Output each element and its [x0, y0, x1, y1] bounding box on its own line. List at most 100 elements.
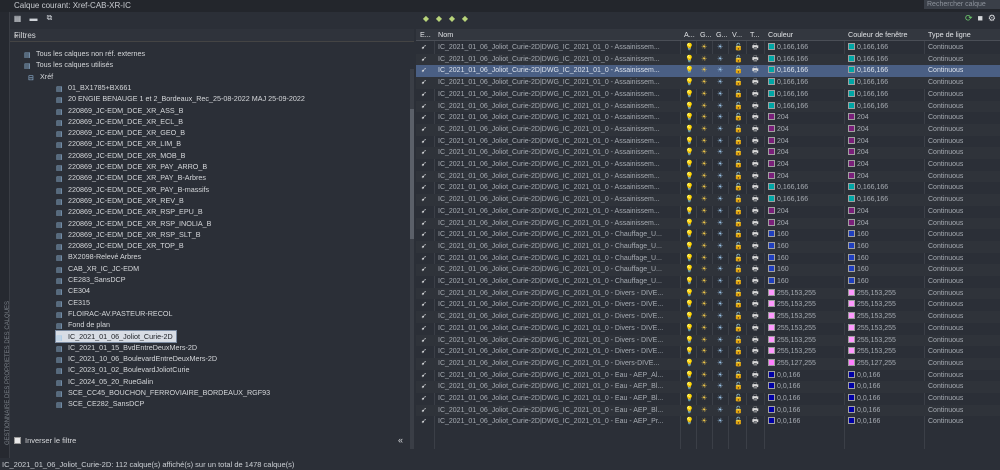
- palette-side-strip[interactable]: GESTIONNAIRE DES PROPRIETES DES CALQUES: [0, 12, 11, 458]
- viewport-color[interactable]: 0,166,166: [848, 101, 888, 112]
- on-bulb-icon[interactable]: 💡: [685, 242, 694, 252]
- on-bulb-icon[interactable]: 💡: [685, 382, 694, 392]
- tree-item[interactable]: ▤ CE315: [56, 297, 90, 308]
- lock-icon[interactable]: 🔓: [734, 394, 743, 404]
- lock-icon[interactable]: 🔓: [734, 90, 743, 100]
- vp-freeze-icon[interactable]: ☀: [717, 55, 723, 65]
- on-bulb-icon[interactable]: 💡: [685, 312, 694, 322]
- linetype[interactable]: Continuous: [928, 277, 963, 287]
- plot-printer-icon[interactable]: 🖶: [752, 90, 759, 100]
- tree-scroll-thumb[interactable]: [410, 109, 414, 239]
- layer-row[interactable]: ➹ IC_2021_01_06_Joliot_Curie-2D|DWG_IC_20…: [416, 346, 1000, 358]
- tree-item[interactable]: ▤ 20 ENGIE BENAUGE 1 et 2_Bordeaux_Rec_25…: [56, 93, 305, 104]
- tree-item[interactable]: ▤ 220869_JC-EDM_DCE_XR_PAY_ARRO_B: [56, 161, 207, 172]
- linetype[interactable]: Continuous: [928, 254, 963, 264]
- thaw-sun-icon[interactable]: ☀: [701, 312, 707, 322]
- column-header[interactable]: E...: [420, 30, 431, 39]
- viewport-color[interactable]: 0,0,166: [848, 417, 880, 427]
- tree-item[interactable]: ▤ SCE_CC45_BOUCHON_FERROVIAIRE_BORDEAUX_R…: [56, 387, 270, 398]
- on-bulb-icon[interactable]: 💡: [685, 207, 694, 217]
- viewport-color[interactable]: 204: [848, 160, 869, 170]
- collapse-bottom-icon[interactable]: «: [398, 435, 403, 445]
- lock-icon[interactable]: 🔓: [734, 371, 743, 381]
- layer-color[interactable]: 204: [768, 160, 789, 170]
- layer-color[interactable]: 160: [768, 230, 789, 240]
- tree-item[interactable]: ▤ 220869_JC-EDM_DCE_XR_REV_B: [56, 195, 184, 206]
- thaw-sun-icon[interactable]: ☀: [701, 207, 707, 217]
- plot-printer-icon[interactable]: 🖶: [752, 55, 759, 65]
- vp-freeze-icon[interactable]: ☀: [717, 359, 723, 369]
- plot-printer-icon[interactable]: 🖶: [752, 312, 759, 322]
- vp-freeze-icon[interactable]: ☀: [717, 312, 723, 322]
- layer-color[interactable]: 0,0,166: [768, 370, 800, 381]
- layer-color[interactable]: 160: [768, 241, 789, 252]
- vp-freeze-icon[interactable]: ☀: [717, 137, 723, 147]
- vp-freeze-icon[interactable]: ☀: [717, 406, 723, 416]
- linetype[interactable]: Continuous: [928, 289, 963, 299]
- plot-printer-icon[interactable]: 🖶: [752, 254, 759, 264]
- vp-freeze-icon[interactable]: ☀: [717, 102, 723, 112]
- linetype[interactable]: Continuous: [928, 371, 963, 381]
- viewport-color[interactable]: 0,166,166: [848, 43, 888, 53]
- tree-item[interactable]: ▤ IC_2024_05_20_RueGalin: [56, 376, 153, 387]
- invert-filter-checkbox[interactable]: [14, 437, 21, 444]
- vp-freeze-icon[interactable]: ☀: [717, 417, 723, 427]
- viewport-color[interactable]: 0,166,166: [848, 183, 888, 193]
- thaw-sun-icon[interactable]: ☀: [701, 219, 707, 229]
- on-bulb-icon[interactable]: 💡: [685, 66, 694, 76]
- plot-printer-icon[interactable]: 🖶: [752, 406, 759, 416]
- delete-layer-icon[interactable]: ◆: [447, 13, 457, 23]
- plot-printer-icon[interactable]: 🖶: [752, 289, 759, 299]
- vp-freeze-icon[interactable]: ☀: [717, 277, 723, 287]
- thaw-sun-icon[interactable]: ☀: [701, 277, 707, 287]
- lock-icon[interactable]: 🔓: [734, 113, 743, 123]
- plot-printer-icon[interactable]: 🖶: [752, 172, 759, 182]
- vp-freeze-icon[interactable]: ☀: [717, 160, 723, 170]
- column-header[interactable]: Couleur de fenêtre: [848, 30, 908, 39]
- plot-printer-icon[interactable]: 🖶: [752, 394, 759, 404]
- on-bulb-icon[interactable]: 💡: [685, 265, 694, 275]
- tree-scrollbar[interactable]: [410, 69, 414, 449]
- plot-printer-icon[interactable]: 🖶: [752, 277, 759, 287]
- tree-item[interactable]: ▤ 220869_JC-EDM_DCE_XR_ECL_B: [56, 116, 183, 127]
- on-bulb-icon[interactable]: 💡: [685, 90, 694, 100]
- viewport-color[interactable]: 160: [848, 265, 869, 275]
- layer-name[interactable]: IC_2021_01_06_Joliot_Curie-2D|DWG_IC_202…: [438, 148, 678, 158]
- thaw-sun-icon[interactable]: ☀: [701, 43, 707, 53]
- layer-name[interactable]: IC_2021_01_06_Joliot_Curie-2D|DWG_IC_202…: [438, 277, 678, 287]
- lock-icon[interactable]: 🔓: [734, 55, 743, 65]
- linetype[interactable]: Continuous: [928, 359, 963, 369]
- layer-row[interactable]: ➹ IC_2021_01_06_Joliot_Curie-2D|DWG_IC_20…: [416, 299, 1000, 311]
- lock-icon[interactable]: 🔓: [734, 78, 743, 88]
- layer-row[interactable]: ➹ IC_2021_01_06_Joliot_Curie-2D|DWG_IC_20…: [416, 77, 1000, 89]
- new-layer-icon[interactable]: ◆: [421, 13, 431, 23]
- layer-name[interactable]: IC_2021_01_06_Joliot_Curie-2D|DWG_IC_202…: [438, 102, 678, 112]
- lock-icon[interactable]: 🔓: [734, 66, 743, 76]
- linetype[interactable]: Continuous: [928, 242, 963, 252]
- vp-freeze-icon[interactable]: ☀: [717, 324, 723, 334]
- layer-row[interactable]: ➹ IC_2021_01_06_Joliot_Curie-2D|DWG_IC_20…: [416, 264, 1000, 276]
- layer-search-input[interactable]: Rechercher calque: [924, 0, 1000, 9]
- vp-freeze-icon[interactable]: ☀: [717, 172, 723, 182]
- lock-icon[interactable]: 🔓: [734, 207, 743, 217]
- on-bulb-icon[interactable]: 💡: [685, 336, 694, 346]
- on-bulb-icon[interactable]: 💡: [685, 172, 694, 182]
- tree-item[interactable]: ▤ 220869_JC-EDM_DCE_XR_ASS_B: [56, 105, 183, 116]
- layer-color[interactable]: 204: [768, 206, 789, 217]
- vp-freeze-icon[interactable]: ☀: [717, 219, 723, 229]
- tree-item[interactable]: ▤ 220869_JC-EDM_DCE_XR_MOB_B: [56, 150, 185, 161]
- layer-row[interactable]: ➹ IC_2021_01_06_Joliot_Curie-2D|DWG_IC_20…: [416, 229, 1000, 241]
- vp-freeze-icon[interactable]: ☀: [717, 242, 723, 252]
- linetype[interactable]: Continuous: [928, 406, 963, 416]
- layer-color[interactable]: 0,166,166: [768, 78, 808, 88]
- thaw-sun-icon[interactable]: ☀: [701, 90, 707, 100]
- plot-printer-icon[interactable]: 🖶: [752, 137, 759, 147]
- on-bulb-icon[interactable]: 💡: [685, 160, 694, 170]
- thaw-sun-icon[interactable]: ☀: [701, 125, 707, 135]
- vp-freeze-icon[interactable]: ☀: [717, 66, 723, 76]
- plot-printer-icon[interactable]: 🖶: [752, 78, 759, 88]
- lock-icon[interactable]: 🔓: [734, 406, 743, 416]
- viewport-color[interactable]: 160: [848, 241, 869, 252]
- thaw-sun-icon[interactable]: ☀: [701, 300, 707, 310]
- on-bulb-icon[interactable]: 💡: [685, 195, 694, 205]
